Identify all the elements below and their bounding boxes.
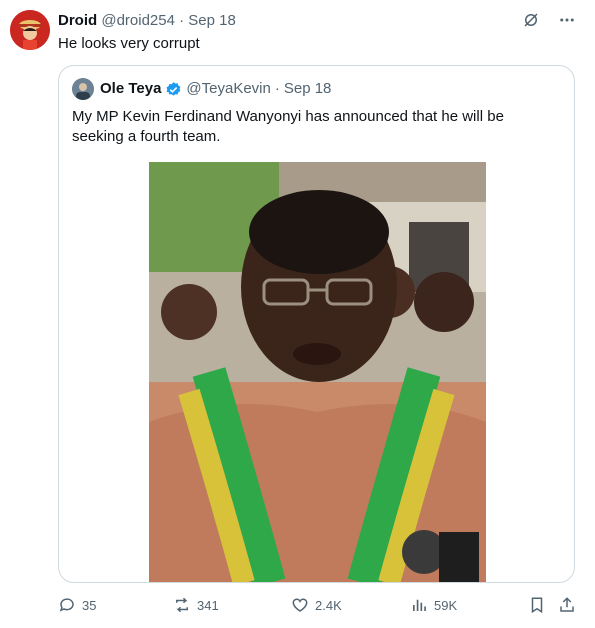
repost-icon xyxy=(176,597,188,613)
quoted-display-name[interactable]: Ole Teya xyxy=(100,80,161,98)
quoted-photo[interactable] xyxy=(149,162,486,582)
like-button[interactable]: 2.4K xyxy=(291,596,342,614)
quoted-text: My MP Kevin Ferdinand Wanyonyi has annou… xyxy=(72,108,504,145)
handle[interactable]: @droid254 xyxy=(101,12,175,29)
separator: · xyxy=(274,80,280,97)
avatar-image xyxy=(10,10,50,50)
quoted-avatar[interactable] xyxy=(72,78,94,100)
display-name[interactable]: Droid xyxy=(58,12,97,29)
views-button[interactable]: 59K xyxy=(410,596,457,614)
views-icon xyxy=(413,599,426,611)
tweet[interactable]: Droid @droid254 · Sep 18 He looks very c… xyxy=(0,0,595,628)
post-date[interactable]: Sep 18 xyxy=(188,12,236,29)
quoted-tweet[interactable]: Ole Teya @TeyaKevin · Sep 18 My MP Kevin… xyxy=(58,65,575,583)
quoted-handle[interactable]: @TeyaKevin xyxy=(186,80,270,98)
top-actions xyxy=(521,10,577,30)
like-count: 2.4K xyxy=(315,597,342,613)
more-icon[interactable] xyxy=(557,10,577,30)
share-button[interactable] xyxy=(558,596,576,614)
photo-illustration xyxy=(149,162,486,582)
quoted-header: Ole Teya @TeyaKevin · Sep 18 xyxy=(100,80,331,98)
separator: · xyxy=(179,12,185,29)
grok-icon[interactable] xyxy=(521,10,541,30)
views-count: 59K xyxy=(434,597,458,613)
repost-button[interactable]: 341 xyxy=(173,596,219,614)
share-icon xyxy=(560,597,574,612)
action-bar: 35 341 2.4K 59K xyxy=(58,596,580,618)
like-icon xyxy=(292,598,308,612)
repost-count: 341 xyxy=(197,597,219,613)
post-header: Droid @droid254 · Sep 18 xyxy=(58,12,236,30)
reply-button[interactable]: 35 xyxy=(58,596,96,614)
verified-badge-icon xyxy=(165,81,182,98)
bookmark-button[interactable] xyxy=(528,596,546,614)
avatar[interactable] xyxy=(10,10,50,50)
reply-count: 35 xyxy=(82,597,97,613)
bookmark-icon xyxy=(531,597,543,614)
quoted-date[interactable]: Sep 18 xyxy=(284,80,332,98)
post-text: He looks very corrupt xyxy=(58,35,200,52)
reply-icon xyxy=(59,598,74,612)
